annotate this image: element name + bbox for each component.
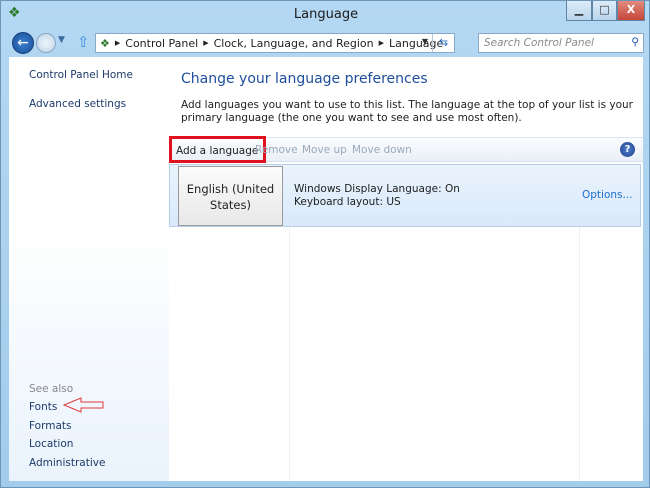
page-description: Add languages you want to use to this li… <box>181 99 633 124</box>
breadcrumb-control-panel[interactable]: Control Panel <box>125 37 198 50</box>
chevron-right-icon: ▶ <box>203 39 209 47</box>
language-list-item[interactable]: English (United States) Windows Display … <box>169 164 641 227</box>
column-divider <box>579 227 580 481</box>
sidebar-link-administrative[interactable]: Administrative <box>29 457 105 469</box>
move-up-button[interactable]: Move up <box>302 144 347 156</box>
sidebar-link-location[interactable]: Location <box>29 438 73 450</box>
forward-button[interactable] <box>36 33 56 53</box>
column-divider <box>289 227 290 481</box>
add-language-button[interactable]: Add a language <box>169 136 267 163</box>
page-title: Change your language preferences <box>181 71 428 87</box>
address-dropdown-icon[interactable]: ▼ <box>422 37 428 46</box>
language-toolbar: Add a language Remove Move up Move down … <box>169 136 643 163</box>
keyboard-layout: Keyboard layout: US <box>294 196 401 208</box>
sidebar-link-advanced-settings[interactable]: Advanced settings <box>29 98 126 110</box>
help-icon[interactable]: ? <box>620 142 635 157</box>
language-name-button[interactable]: English (United States) <box>178 166 283 226</box>
remove-button[interactable]: Remove <box>255 144 298 156</box>
up-arrow-icon[interactable]: ⇧ <box>77 33 90 51</box>
refresh-icon[interactable]: ⇆ <box>432 34 454 52</box>
display-language-status: Windows Display Language: On <box>294 183 460 195</box>
chevron-right-icon: ▶ <box>378 39 384 47</box>
control-panel-icon: ❖ <box>100 36 110 50</box>
annotation-arrow-icon <box>63 397 104 413</box>
sidebar-link-formats[interactable]: Formats <box>29 420 71 432</box>
sidebar-link-fonts[interactable]: Fonts <box>29 401 57 413</box>
close-button[interactable]: X <box>617 1 645 21</box>
sidebar: Control Panel Home Advanced settings See… <box>9 57 169 481</box>
window-title: Language <box>293 7 359 22</box>
move-down-button[interactable]: Move down <box>352 144 412 156</box>
search-input[interactable]: Search Control Panel ⚲ <box>478 33 644 53</box>
minimize-button[interactable]: ▁ <box>566 1 592 21</box>
recent-pages-dropdown-icon[interactable]: ▼ <box>58 35 65 45</box>
search-placeholder: Search Control Panel <box>484 37 594 49</box>
sidebar-link-control-panel-home[interactable]: Control Panel Home <box>29 69 133 81</box>
main-panel: Change your language preferences Add lan… <box>169 57 643 481</box>
search-icon[interactable]: ⚲ <box>631 36 639 48</box>
options-link[interactable]: Options... <box>582 189 633 201</box>
window: ❖ Language ▁ □ X ← ▼ ⇧ ❖ ▶ Control Panel… <box>0 0 650 488</box>
navigation-bar: ← ▼ ⇧ ❖ ▶ Control Panel ▶ Clock, Languag… <box>9 32 644 54</box>
see-also-label: See also <box>29 383 74 395</box>
language-info: Windows Display Language: On Keyboard la… <box>294 183 460 209</box>
back-button[interactable]: ← <box>12 32 34 54</box>
breadcrumb-clock-language-region[interactable]: Clock, Language, and Region <box>214 37 374 50</box>
maximize-button[interactable]: □ <box>592 1 617 21</box>
address-bar[interactable]: ❖ ▶ Control Panel ▶ Clock, Language, and… <box>95 33 455 53</box>
chevron-right-icon: ▶ <box>114 39 121 47</box>
